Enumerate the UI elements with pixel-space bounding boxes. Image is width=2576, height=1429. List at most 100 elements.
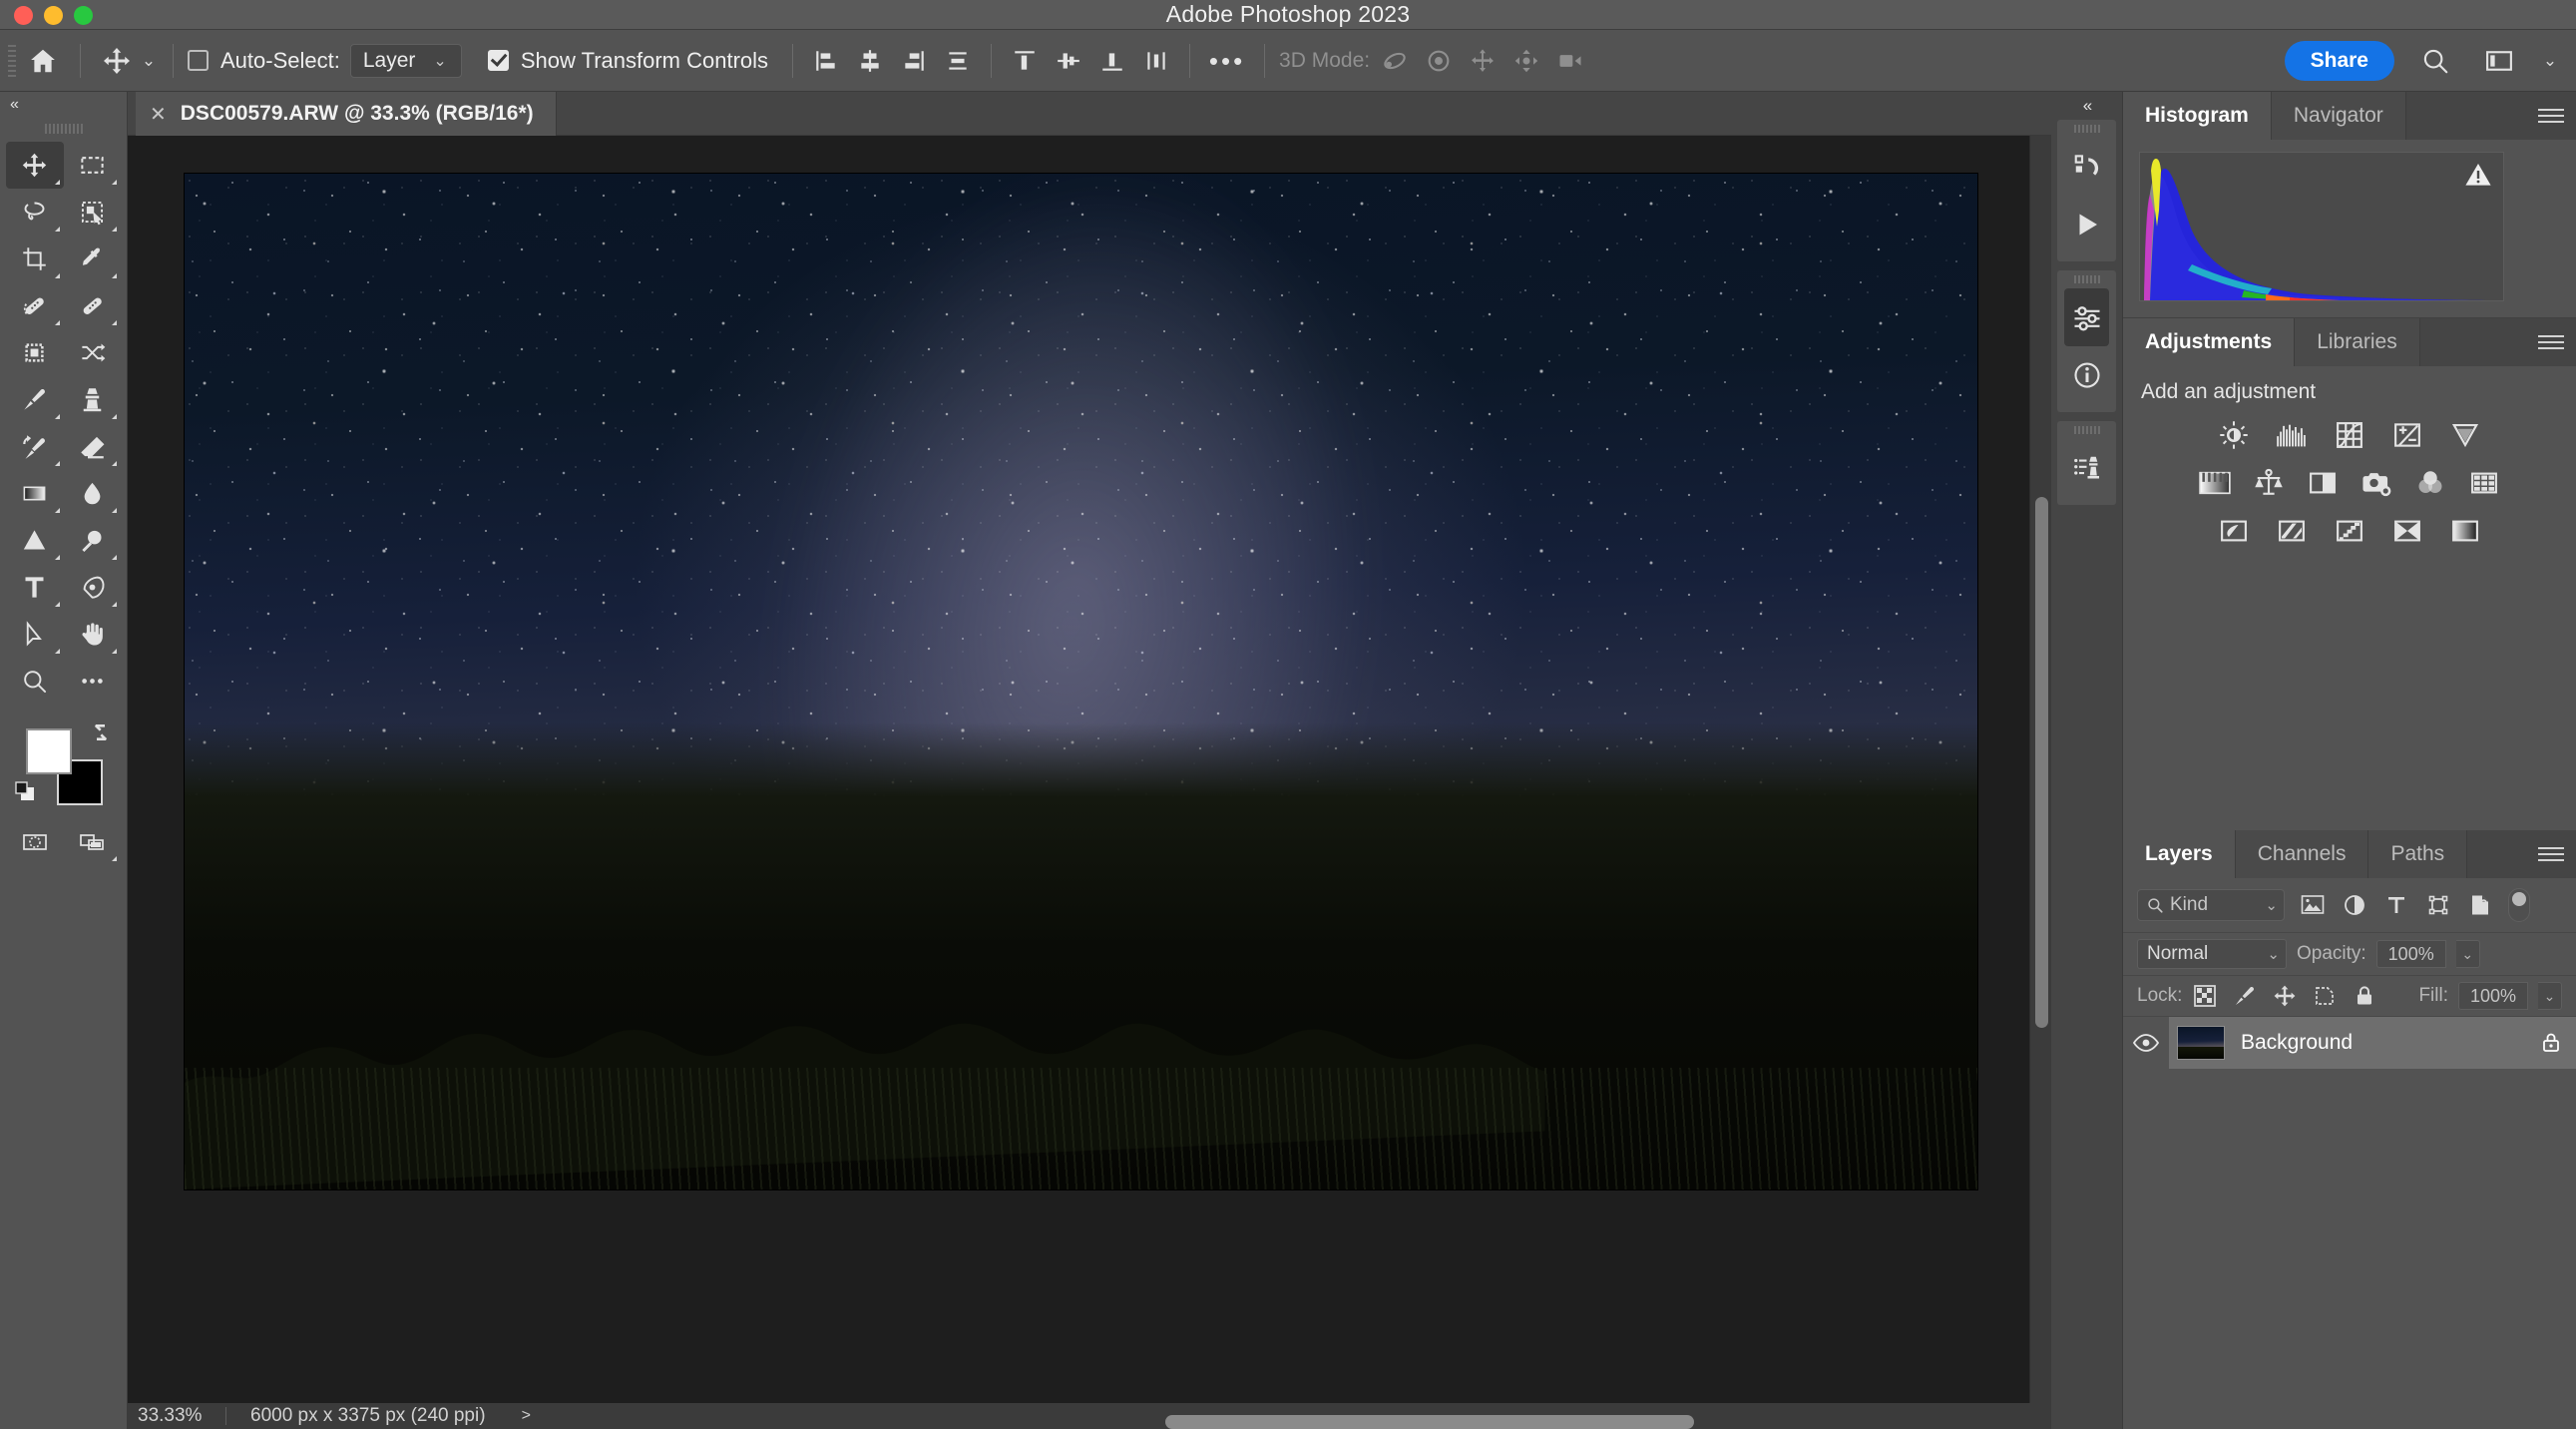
opacity-stepper-chevron-down-icon[interactable]: ⌄ (2455, 940, 2480, 968)
cached-data-warning-icon[interactable] (2465, 163, 2491, 187)
zoom-level[interactable]: 33.33% (128, 1405, 225, 1427)
window-controls[interactable] (14, 0, 93, 30)
more-options-icon[interactable]: ••• (1204, 38, 1250, 84)
edit-toolbar-tool[interactable] (64, 658, 122, 705)
align-vertical-centers-icon[interactable] (1050, 42, 1087, 80)
filter-enable-toggle[interactable] (2508, 888, 2530, 922)
share-button[interactable]: Share (2284, 40, 2394, 81)
slide-3d-icon[interactable] (1507, 42, 1545, 80)
info-icon[interactable] (2064, 346, 2109, 404)
default-colors-icon[interactable] (14, 780, 36, 802)
object-selection-tool[interactable] (64, 189, 122, 236)
play-actions-icon[interactable] (2064, 196, 2109, 253)
swap-colors-icon[interactable] (89, 720, 113, 744)
opacity-value[interactable]: 100% (2375, 940, 2446, 968)
maximize-window-button[interactable] (74, 5, 93, 25)
history-icon[interactable] (2064, 138, 2109, 196)
align-left-edges-icon[interactable] (807, 42, 845, 80)
panel-menu-icon[interactable] (2538, 331, 2564, 353)
crop-tool[interactable] (6, 236, 64, 282)
move-tool[interactable] (6, 142, 64, 189)
minimize-window-button[interactable] (44, 5, 63, 25)
roll-3d-icon[interactable] (1420, 42, 1458, 80)
close-icon[interactable]: ✕ (150, 102, 167, 127)
selective-color-icon[interactable] (2390, 514, 2424, 548)
tab-paths[interactable]: Paths (2368, 830, 2468, 878)
move-tool-icon[interactable] (95, 39, 139, 83)
tab-adjustments[interactable]: Adjustments (2123, 318, 2296, 366)
lock-artboard-nesting-icon[interactable] (2312, 983, 2338, 1009)
align-horizontal-centers-icon[interactable] (851, 42, 889, 80)
canvas-area[interactable] (128, 136, 2051, 1429)
healing-brush-tool[interactable] (64, 282, 122, 329)
eyedropper-tool[interactable] (64, 236, 122, 282)
camera-3d-icon[interactable] (1551, 42, 1589, 80)
auto-select-scope-dropdown[interactable]: Layer ⌄ (349, 43, 462, 78)
zoom-tool[interactable] (6, 658, 64, 705)
blur-tool[interactable] (64, 470, 122, 517)
canvas-vertical-scrollbar[interactable] (2029, 136, 2051, 1429)
spot-healing-brush-tool[interactable] (6, 282, 64, 329)
search-icon[interactable] (2412, 38, 2458, 84)
path-selection-tool[interactable] (6, 611, 64, 658)
threshold-icon[interactable] (2333, 514, 2366, 548)
panel-menu-icon[interactable] (2538, 843, 2564, 865)
shuffle-tool[interactable] (64, 329, 122, 376)
channel-mixer-icon[interactable] (2413, 466, 2447, 500)
eraser-tool[interactable] (64, 423, 122, 470)
color-balance-icon[interactable] (2252, 466, 2286, 500)
layer-row[interactable]: Background (2123, 1017, 2576, 1069)
show-transform-controls-checkbox[interactable] (487, 50, 509, 71)
canvas-vertical-scroll-thumb[interactable] (2035, 497, 2048, 1028)
orbit-3d-icon[interactable] (1376, 42, 1414, 80)
fill-stepper-chevron-down-icon[interactable]: ⌄ (2538, 982, 2562, 1010)
lock-transparent-pixels-icon[interactable] (2192, 983, 2218, 1009)
lock-position-icon[interactable] (2272, 983, 2298, 1009)
foreground-color-swatch[interactable] (26, 728, 72, 774)
gradient-map-icon[interactable] (2448, 514, 2482, 548)
canvas-horizontal-scroll-thumb[interactable] (1165, 1415, 1694, 1429)
eye-icon[interactable] (2123, 1032, 2169, 1054)
screen-mode-icon[interactable] (64, 818, 122, 865)
filter-type-icon[interactable] (2382, 891, 2410, 919)
levels-icon[interactable] (2275, 418, 2309, 452)
photo-filter-icon[interactable] (2360, 466, 2393, 500)
filter-smart-object-icon[interactable] (2466, 891, 2494, 919)
distribute-vertical-icon[interactable] (939, 42, 977, 80)
document-image[interactable] (185, 174, 1977, 1190)
lock-icon[interactable] (2540, 1031, 2562, 1055)
distribute-horizontal-icon[interactable] (1137, 42, 1175, 80)
tools-grip[interactable] (0, 118, 127, 140)
history-brush-tool[interactable] (6, 423, 64, 470)
hand-tool[interactable] (64, 611, 122, 658)
rail-grip[interactable] (2057, 120, 2116, 138)
tools-collapse-icon[interactable]: « (0, 92, 127, 118)
invert-icon[interactable] (2217, 514, 2251, 548)
filter-pixel-icon[interactable] (2299, 891, 2327, 919)
exposure-icon[interactable] (2390, 418, 2424, 452)
auto-select-checkbox[interactable] (188, 50, 209, 71)
home-icon[interactable] (20, 38, 66, 84)
frame-tool[interactable] (6, 329, 64, 376)
rail-grip[interactable] (2057, 270, 2116, 288)
sponge-tool[interactable] (64, 517, 122, 564)
adjustments-icon[interactable] (2064, 288, 2109, 346)
tab-channels[interactable]: Channels (2235, 830, 2369, 878)
close-window-button[interactable] (14, 5, 33, 25)
rectangular-marquee-tool[interactable] (64, 142, 122, 189)
tab-navigator[interactable]: Navigator (2271, 92, 2406, 140)
filter-shape-icon[interactable] (2424, 891, 2452, 919)
options-bar-grip[interactable] (8, 43, 20, 79)
brush-tool[interactable] (6, 376, 64, 423)
brightness-contrast-icon[interactable] (2217, 418, 2251, 452)
posterize-icon[interactable] (2275, 514, 2309, 548)
tab-libraries[interactable]: Libraries (2295, 318, 2420, 366)
rail-grip[interactable] (2057, 421, 2116, 439)
hue-saturation-icon[interactable] (2198, 466, 2232, 500)
align-bottom-edges-icon[interactable] (1093, 42, 1131, 80)
pen-tool[interactable] (64, 564, 122, 611)
workspace-switcher-icon[interactable] (2476, 38, 2522, 84)
vibrance-icon[interactable] (2448, 418, 2482, 452)
dodge-tool[interactable] (6, 517, 64, 564)
black-white-icon[interactable] (2306, 466, 2340, 500)
